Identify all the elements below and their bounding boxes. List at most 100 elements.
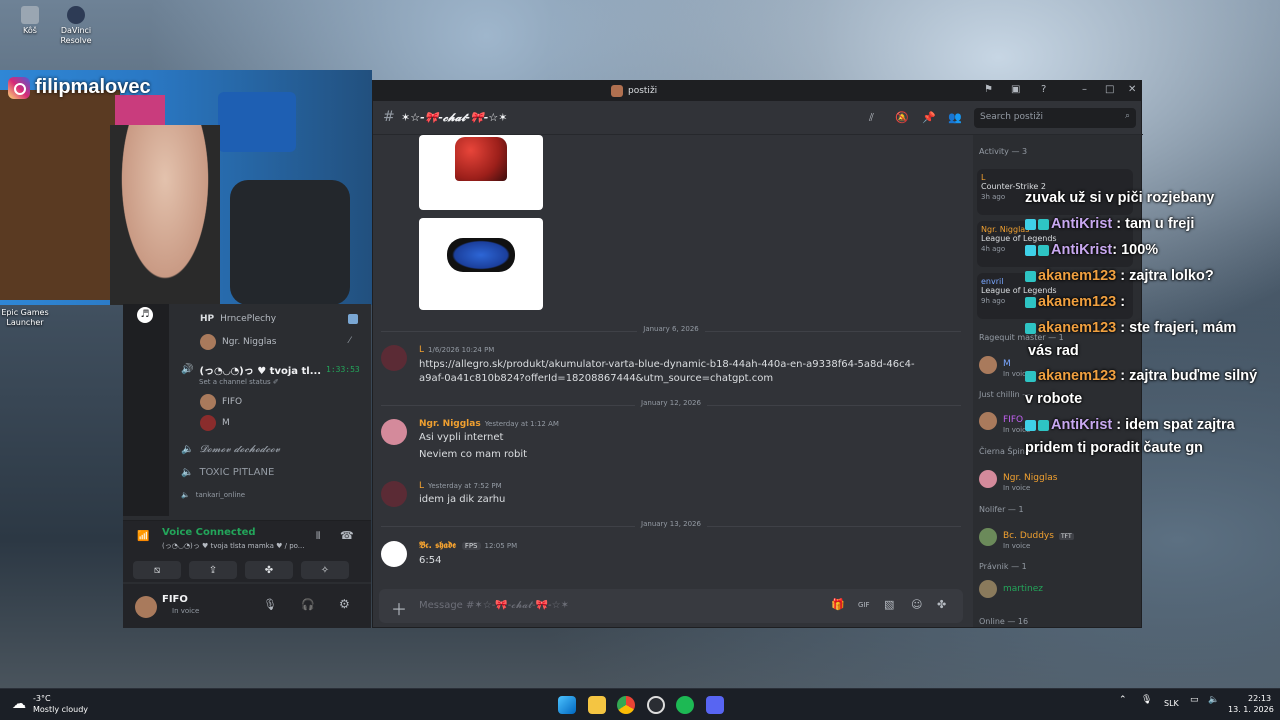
message-author[interactable]: L (419, 481, 424, 491)
attach-button[interactable]: ＋ (391, 596, 407, 620)
davinci-icon (67, 6, 85, 24)
image-attachment[interactable] (419, 218, 543, 310)
start-icon[interactable] (558, 696, 576, 714)
help-icon[interactable]: ? (1041, 84, 1046, 95)
message-author[interactable]: Ngr. Nigglas (419, 419, 481, 429)
avatar[interactable] (381, 541, 407, 567)
avatar (200, 394, 216, 410)
chrome-icon[interactable] (617, 696, 635, 714)
member-item[interactable]: Ngr. Nigglas In voice (979, 465, 1057, 492)
avatar (979, 355, 997, 374)
speaker-icon: 🔈 (181, 444, 194, 455)
clock-time[interactable]: 22:13 (1248, 694, 1271, 703)
apps-icon[interactable]: ✤ (937, 598, 946, 611)
screen-share-button[interactable]: ⇪ (189, 561, 237, 579)
member-item[interactable]: Bc. Duddys TFT In voice (979, 523, 1074, 550)
maximize-icon[interactable]: □ (1105, 84, 1114, 95)
disconnect-icon[interactable]: ☎ (340, 529, 354, 542)
microphone-icon[interactable]: 🎙 (263, 598, 277, 611)
volume-icon[interactable]: 🔈 (1208, 695, 1219, 705)
message-author[interactable]: 𝕭𝖈. 𝖘𝖍𝖆𝖉𝖊 (419, 541, 456, 551)
sticker-icon[interactable]: ▧ (884, 598, 894, 611)
mic-muted-icon: ⁄ (349, 336, 351, 346)
server-icon[interactable]: ♬ (137, 307, 153, 323)
spotify-icon[interactable] (676, 696, 694, 714)
davinci-shortcut[interactable]: DaVinci Resolve (46, 6, 106, 46)
date-separator: January 13, 2026 (381, 520, 961, 532)
voice-user[interactable]: M (200, 415, 230, 431)
language-indicator[interactable]: SLK (1164, 699, 1179, 708)
mute-icon[interactable]: 🔕 (895, 111, 909, 124)
message-text: 6:54 (419, 555, 442, 566)
obs-icon[interactable] (647, 696, 665, 714)
voice-channel[interactable]: 🔈 TOXIC PITLANE (181, 467, 274, 478)
avatar (200, 334, 216, 350)
message-timestamp: 12:05 PM (484, 542, 518, 550)
member-item[interactable]: martinez (979, 580, 1043, 598)
avatar[interactable] (381, 481, 407, 507)
flag-icon[interactable]: ⚑ (984, 84, 993, 95)
tray-chevron-icon[interactable]: ⌃ (1119, 695, 1127, 705)
message-link[interactable]: https://allegro.sk/produkt/akumulator-va… (419, 358, 919, 386)
message-author[interactable]: L (419, 345, 424, 355)
stream-icon (348, 314, 358, 324)
members-icon[interactable]: 👥 (948, 111, 962, 124)
search-input[interactable]: Search postiži ⌕ (974, 108, 1136, 128)
chat-line: AntiKrist: 100% (1025, 242, 1158, 258)
explorer-icon[interactable] (588, 696, 606, 714)
camera-off-button[interactable]: ⧅ (133, 561, 181, 579)
chat-line: akanem123 : ste frajeri, mám (1025, 320, 1236, 336)
avatar (979, 469, 997, 488)
voice-timer: 1:33:53 (326, 365, 360, 374)
noise-suppression-icon[interactable]: ⫴ (316, 531, 320, 542)
role-category: Online — 16 (979, 617, 1029, 626)
message-text: idem ja dik zarhu (419, 494, 506, 505)
voice-channel[interactable]: 🔈 tankari_online (181, 491, 245, 499)
image-attachment[interactable] (419, 135, 543, 210)
chat-line: pridem ti poradit čaute gn (1025, 440, 1204, 456)
minimize-icon[interactable]: – (1082, 84, 1087, 95)
inbox-icon[interactable]: ▣ (1011, 84, 1020, 95)
epic-shortcut[interactable]: Epic Games Launcher (0, 308, 54, 328)
gear-icon[interactable]: ⚙ (339, 597, 350, 611)
voice-user[interactable]: HP HrncePlechy (200, 314, 276, 324)
clock-date[interactable]: 13. 1. 2026 (1228, 705, 1274, 714)
weather-desc[interactable]: Mostly cloudy (33, 705, 88, 714)
channel-status[interactable]: Set a channel status ✐ (199, 378, 279, 386)
badge-icon (1025, 270, 1036, 282)
voice-channel-active[interactable]: 🔊 (っ◔◡◔)っ ♥ tvoja tl... (181, 362, 321, 377)
avatar[interactable] (381, 345, 407, 371)
emoji-icon[interactable]: ☺ (911, 598, 922, 611)
role-category: Právnik — 1 (979, 562, 1027, 571)
member-item[interactable]: FIFO In voice (979, 407, 1030, 434)
weather-temp[interactable]: -3°C (33, 694, 51, 703)
voice-user[interactable]: Ngr. Nigglas (200, 334, 276, 350)
network-icon[interactable]: ▭ (1190, 695, 1199, 705)
message-list: January 6, 2026 L 1/6/2026 10:24 PM https… (373, 135, 969, 575)
close-icon[interactable]: ✕ (1128, 84, 1136, 95)
avatar[interactable] (135, 596, 157, 618)
headphones-icon[interactable]: 🎧 (301, 598, 315, 611)
discord-window: postiži ⚑ ▣ ? – □ ✕ # ✶☆-🎀-𝓬𝓱𝓪𝓽-🎀-☆✶ ⫽ 🔕… (372, 80, 1143, 628)
soundboard-button[interactable]: ✧ (301, 561, 349, 579)
activities-button[interactable]: ✤ (245, 561, 293, 579)
user-panel: FIFO In voice 🎙 🎧 ⚙ (123, 584, 371, 628)
member-item[interactable]: M In voice (979, 351, 1030, 378)
voice-connected-channel[interactable]: (っ◔◡◔)っ ♥ tvoja tlsta mamka ♥ / po... (162, 541, 304, 551)
message-composer[interactable]: ＋ Message #✶☆-🎀-𝓬𝓱𝓪𝓽-🎀-☆✶ 🎁 GIF ▧ ☺ ✤ (379, 589, 963, 623)
hash-icon: # (383, 109, 395, 125)
mic-icon[interactable]: 🎙 (1141, 695, 1152, 705)
channel-name: ✶☆-🎀-𝓬𝓱𝓪𝓽-🎀-☆✶ (401, 111, 508, 124)
avatar[interactable] (381, 419, 407, 445)
chat-line: v robote (1025, 391, 1083, 407)
gif-icon[interactable]: GIF (858, 601, 870, 609)
gift-icon[interactable]: 🎁 (831, 598, 845, 611)
badge-icon (1025, 296, 1036, 308)
discord-icon[interactable] (706, 696, 724, 714)
threads-icon[interactable]: ⫽ (869, 111, 874, 125)
pin-icon[interactable]: 📌 (922, 111, 936, 124)
server-avatar-icon (611, 85, 623, 97)
voice-channel[interactable]: 🔈 𝓓𝓸𝓶𝓸𝓿 𝓭𝓸𝓬𝓱𝓸𝓭𝓬𝓸𝓿 (181, 444, 280, 455)
badge-icon (1025, 322, 1036, 334)
voice-user[interactable]: FIFO (200, 394, 242, 410)
